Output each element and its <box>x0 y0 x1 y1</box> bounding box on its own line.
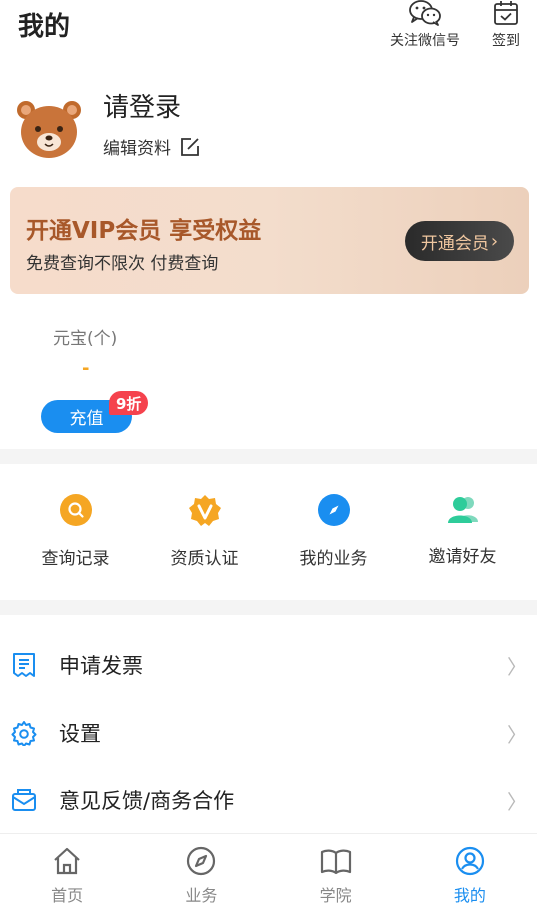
tab-academy[interactable]: 学院 <box>269 834 403 910</box>
tab-mine[interactable]: 我的 <box>403 834 537 910</box>
follow-wechat-button[interactable]: 关注微信号 <box>386 0 464 50</box>
feedback-label: 意见反馈/商务合作 <box>59 789 235 813</box>
vip-title: 开通VIP会员 享受权益 <box>26 218 262 244</box>
qualification-button[interactable]: 资质认证 <box>140 464 269 600</box>
compass-icon <box>317 494 350 526</box>
compass-icon <box>187 846 216 876</box>
v-badge-icon <box>188 495 221 526</box>
chevron-right-icon: › <box>490 230 499 252</box>
follow-wechat-label: 关注微信号 <box>390 33 460 49</box>
my-business-label: 我的业务 <box>299 549 368 569</box>
list-item-feedback[interactable]: 意见反馈/商务合作 〉 <box>0 767 537 833</box>
query-records-button[interactable]: 查询记录 <box>11 464 140 600</box>
page-title: 我的 <box>18 12 71 42</box>
wechat-icon <box>409 0 441 26</box>
vip-banner[interactable]: 开通VIP会员 享受权益 免费查询不限次 付费查询 开通会员 › <box>10 187 529 294</box>
book-icon <box>320 849 351 875</box>
settings-label: 设置 <box>59 722 101 746</box>
friends-icon <box>447 497 478 523</box>
bottom-tab-bar: 首页 业务 学院 我的 <box>0 833 537 910</box>
tab-business-label: 业务 <box>185 886 218 905</box>
query-records-label: 查询记录 <box>41 549 110 569</box>
yuanbao-value: - <box>82 358 90 379</box>
invite-friends-label: 邀请好友 <box>428 547 497 567</box>
list-item-invoice[interactable]: 申请发票 〉 <box>0 632 537 698</box>
invoice-label: 申请发票 <box>59 654 143 678</box>
edit-profile-link[interactable]: 编辑资料 <box>103 134 201 159</box>
chevron-right-icon: 〉 <box>507 789 527 814</box>
signin-button[interactable]: 签到 <box>486 0 526 50</box>
section-divider <box>0 449 537 464</box>
mail-icon <box>10 786 38 814</box>
signin-label: 签到 <box>492 33 520 49</box>
qualification-label: 资质认证 <box>170 549 239 569</box>
bear-avatar[interactable] <box>16 98 82 160</box>
open-vip-button[interactable]: 开通会员 › <box>405 221 514 261</box>
tab-home-label: 首页 <box>51 886 84 905</box>
invite-friends-button[interactable]: 邀请好友 <box>398 464 527 600</box>
tab-mine-label: 我的 <box>453 886 486 905</box>
edit-icon <box>181 137 199 156</box>
list-item-settings[interactable]: 设置 〉 <box>0 700 537 766</box>
search-record-icon <box>59 494 92 526</box>
tab-home[interactable]: 首页 <box>0 834 134 910</box>
chevron-right-icon: 〉 <box>507 722 527 747</box>
login-prompt[interactable]: 请登录 <box>103 87 181 124</box>
discount-badge: 9折 <box>109 391 149 415</box>
user-circle-icon <box>455 846 484 876</box>
my-business-button[interactable]: 我的业务 <box>269 464 398 600</box>
vip-subtitle: 免费查询不限次 付费查询 <box>26 254 219 274</box>
gear-icon <box>10 719 38 747</box>
home-icon <box>54 847 80 875</box>
tab-academy-label: 学院 <box>319 886 352 905</box>
edit-profile-label: 编辑资料 <box>103 139 171 159</box>
section-divider <box>0 600 537 615</box>
open-vip-label: 开通会员 <box>420 233 489 254</box>
chevron-right-icon: 〉 <box>507 654 527 679</box>
yuanbao-label: 元宝(个) <box>53 329 118 349</box>
calendar-check-icon <box>494 1 518 25</box>
invoice-icon <box>10 651 38 679</box>
tab-business[interactable]: 业务 <box>134 834 268 910</box>
header: 我的 关注微信号 签到 <box>0 0 537 62</box>
quick-actions-grid: 查询记录 资质认证 我的业务 邀请好友 <box>0 464 537 600</box>
